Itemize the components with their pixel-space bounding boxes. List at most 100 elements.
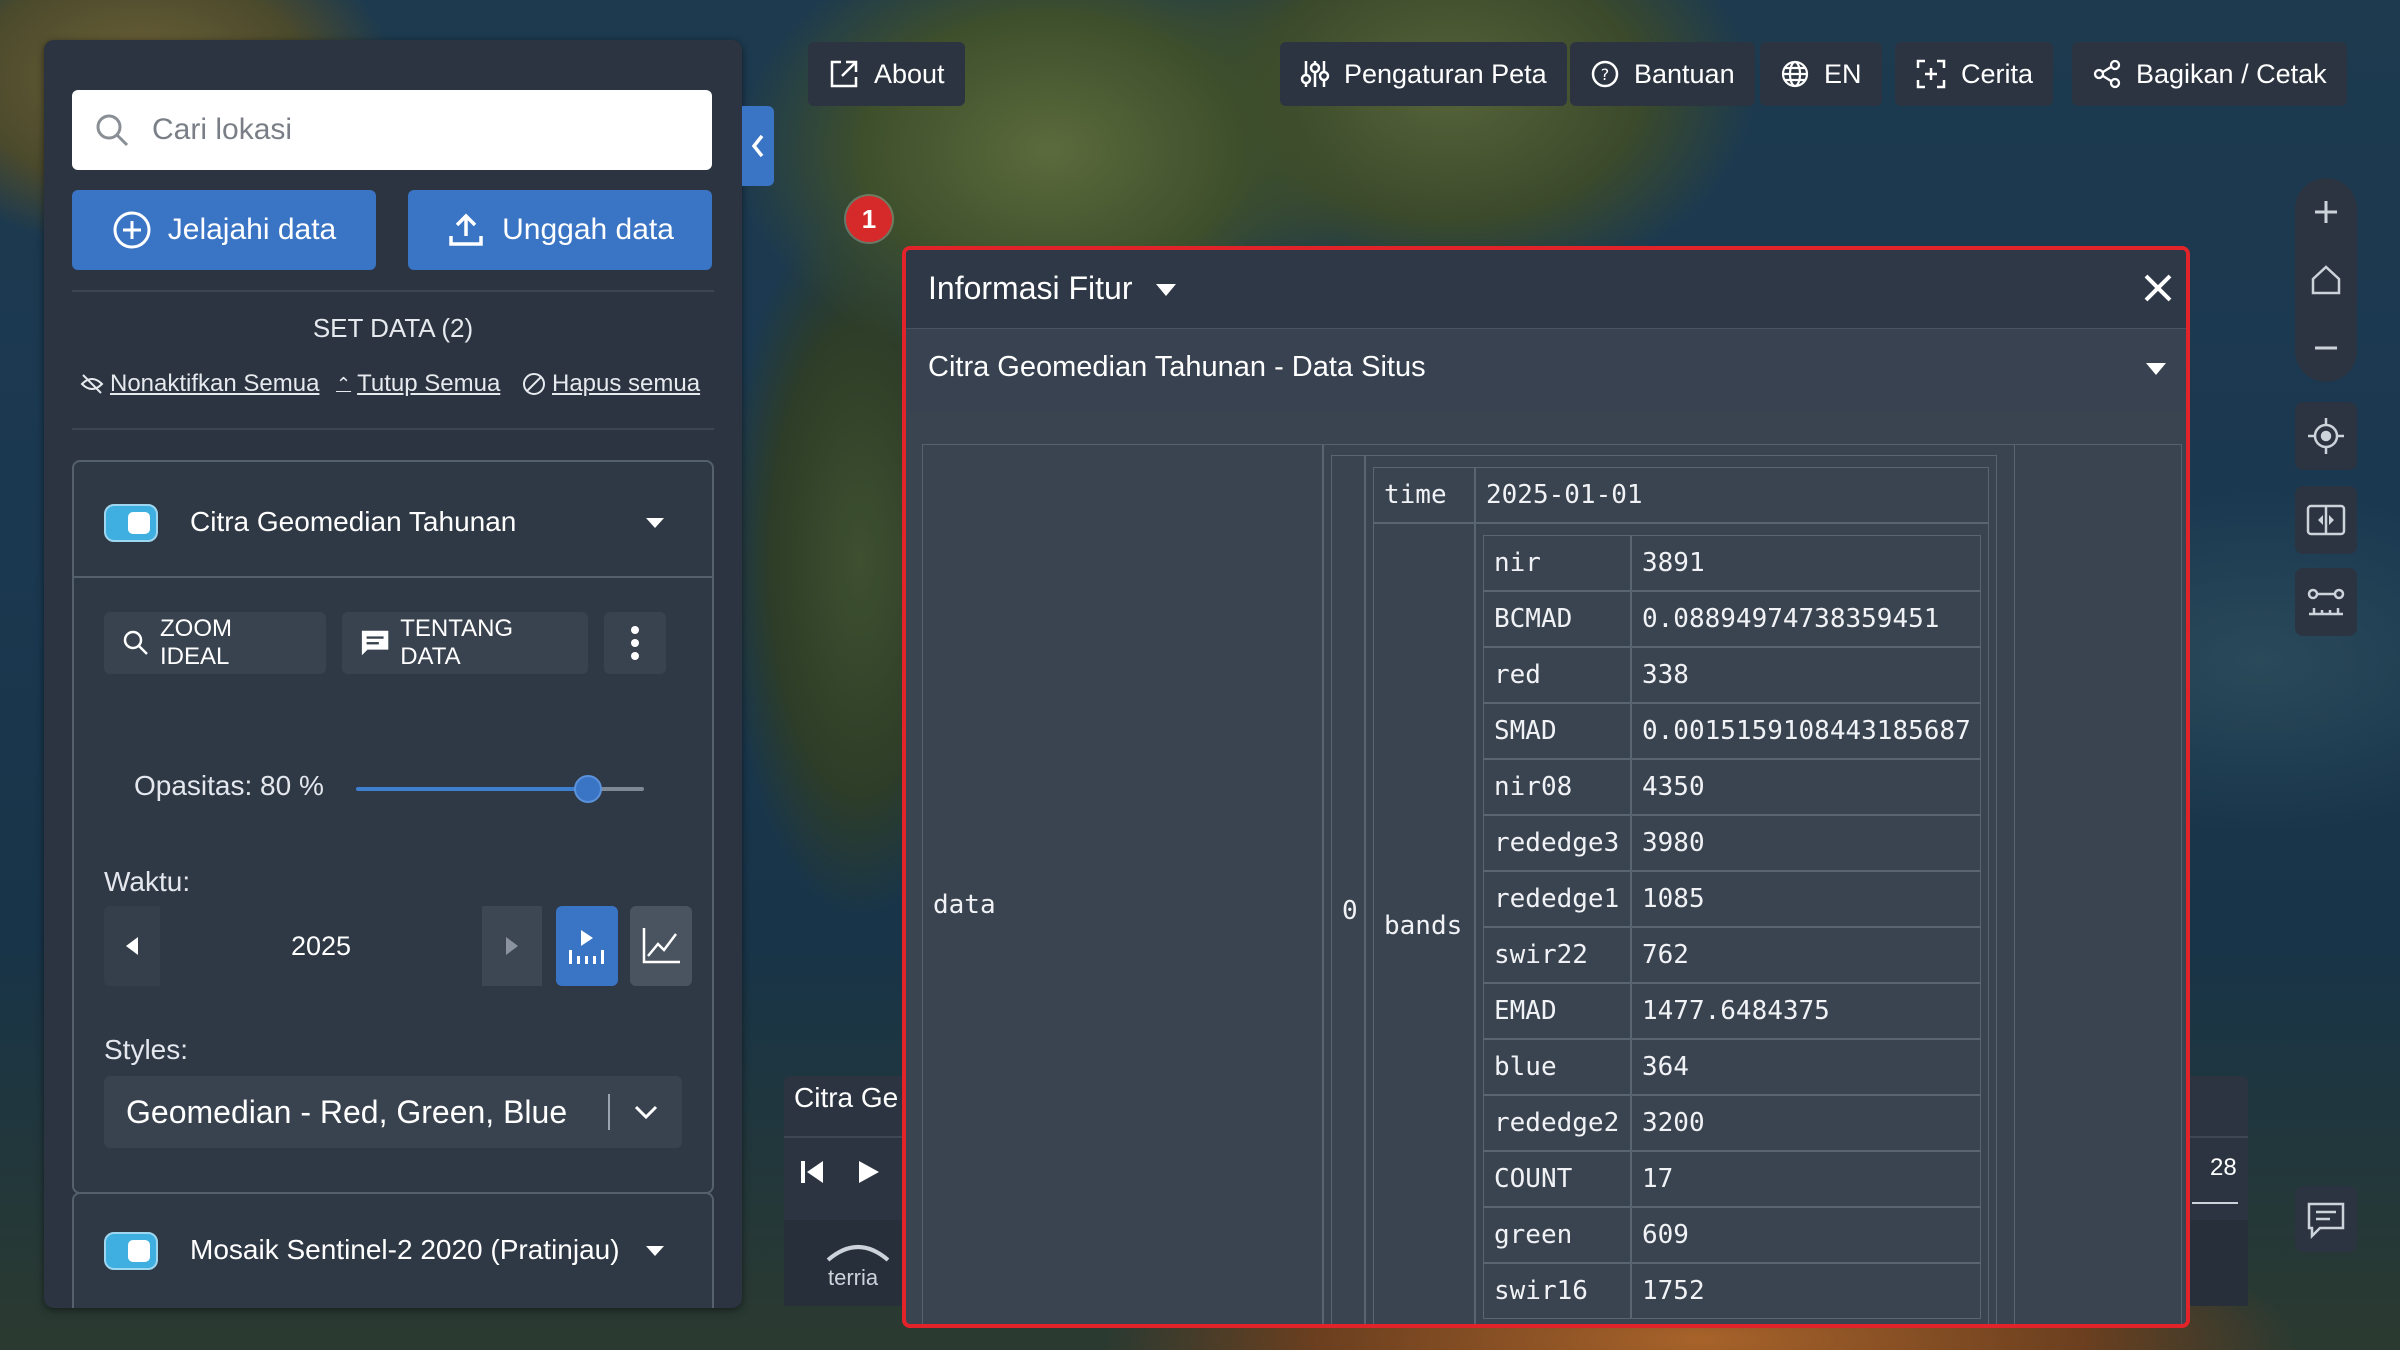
about-label: About [874, 58, 945, 89]
band-value-cell: 3891 [1631, 535, 1981, 591]
data-key-cell: data [923, 445, 1323, 1324]
time-key-cell: time [1373, 467, 1475, 523]
band-key-cell: rededge1 [1483, 871, 1631, 927]
story-button[interactable]: Cerita [1895, 42, 2054, 106]
chevron-down-icon[interactable] [646, 1246, 664, 1256]
help-button[interactable]: ? Bantuan [1570, 42, 1755, 106]
help-icon: ? [1591, 60, 1619, 88]
search-location-box[interactable]: Cari lokasi [72, 90, 712, 170]
logo-text: terria [828, 1265, 879, 1290]
next-time-button[interactable] [482, 906, 542, 986]
play-icon[interactable] [854, 1158, 882, 1186]
terria-logo[interactable]: terria [826, 1240, 890, 1291]
add-circle-icon [113, 211, 151, 249]
previous-time-button[interactable] [104, 906, 160, 986]
layer-visibility-toggle[interactable] [104, 1232, 158, 1270]
share-icon [2093, 59, 2121, 89]
feature-section-header[interactable]: Citra Geomedian Tahunan - Data Situs [906, 328, 2186, 411]
style-select[interactable]: Geomedian - Red, Green, Blue [104, 1076, 682, 1148]
zoom-out-button[interactable] [2295, 314, 2357, 382]
chart-button[interactable] [630, 906, 692, 986]
upload-data-label: Unggah data [502, 213, 674, 246]
band-key: rededge1 [1494, 884, 1620, 914]
band-value: 3980 [1642, 828, 1705, 858]
band-key: EMAD [1494, 996, 1557, 1026]
band-value: 1477.6484375 [1642, 996, 1830, 1026]
map-marker-badge[interactable]: 1 [846, 196, 892, 242]
map-settings-button[interactable]: Pengaturan Peta [1280, 42, 1567, 106]
time-selector[interactable]: 2025 [104, 906, 542, 986]
band-value: 0.0015159108443185687 [1642, 716, 1971, 746]
band-key-cell: EMAD [1483, 983, 1631, 1039]
terria-wave-icon [826, 1245, 890, 1262]
band-value-cell: 4350 [1631, 759, 1981, 815]
skip-back-icon[interactable] [798, 1158, 826, 1186]
close-icon[interactable] [2142, 272, 2174, 304]
ban-icon [523, 373, 545, 395]
feedback-button[interactable] [2295, 1186, 2357, 1252]
story-capture-icon [1916, 59, 1946, 89]
bands-key: bands [1384, 911, 1463, 941]
remove-all-link[interactable]: Hapus semua [522, 370, 700, 398]
language-button[interactable]: EN [1760, 42, 1882, 106]
band-key-cell: blue [1483, 1039, 1631, 1095]
band-key-cell: SMAD [1483, 703, 1631, 759]
timeline-title: Citra Ge [794, 1082, 899, 1113]
band-value-cell: 3980 [1631, 815, 1981, 871]
chevron-down-icon[interactable] [1156, 284, 1176, 296]
share-print-label: Bagikan / Cetak [2136, 58, 2327, 89]
band-value: 1752 [1642, 1276, 1705, 1306]
style-value: Geomedian - Red, Green, Blue [126, 1093, 568, 1130]
more-options-button[interactable] [604, 612, 666, 674]
time-value[interactable]: 2025 [160, 906, 482, 986]
zoom-controls [2295, 178, 2357, 382]
zoom-in-button[interactable] [2295, 178, 2357, 246]
upload-icon [449, 213, 483, 246]
search-input[interactable]: Cari lokasi [152, 113, 292, 147]
split-compare-button[interactable] [2295, 486, 2357, 554]
layer-visibility-toggle[interactable] [104, 504, 158, 542]
band-key: SMAD [1494, 716, 1557, 746]
feature-data-table: data 0 time 2025-01-01 bands nir 3891 BCMA… [922, 444, 2182, 1324]
band-value-cell: 762 [1631, 927, 1981, 983]
band-key: swir16 [1494, 1276, 1588, 1306]
collapse-panel-button[interactable] [742, 106, 774, 186]
band-key: rededge2 [1494, 1108, 1620, 1138]
home-view-button[interactable] [2295, 246, 2357, 314]
share-print-button[interactable]: Bagikan / Cetak [2072, 42, 2347, 106]
measure-tool-button[interactable] [2295, 568, 2357, 636]
opacity-slider-fill[interactable] [356, 787, 586, 791]
band-key-cell: red [1483, 647, 1631, 703]
line-chart-icon [642, 928, 680, 964]
about-button[interactable]: About [808, 42, 965, 106]
zoom-ideal-button[interactable]: ZOOM IDEAL [104, 612, 326, 674]
band-key-cell: rededge3 [1483, 815, 1631, 871]
explore-data-button[interactable]: Jelajahi data [72, 190, 376, 270]
upload-data-button[interactable]: Unggah data [408, 190, 712, 270]
band-key-cell: nir08 [1483, 759, 1631, 815]
band-key-cell: nir [1483, 535, 1631, 591]
zoom-ideal-label: ZOOM IDEAL [160, 615, 232, 670]
ruler-icon [2307, 588, 2345, 616]
band-key-cell: swir22 [1483, 927, 1631, 983]
bands-key-cell: bands [1373, 523, 1475, 1324]
chevron-down-icon[interactable] [646, 518, 664, 528]
disable-all-link[interactable]: Nonaktifkan Semua [80, 370, 319, 398]
band-key: rededge3 [1494, 828, 1620, 858]
layer-card-geomedian: Citra Geomedian Tahunan ZOOM IDEAL TENTA… [72, 460, 714, 1194]
collapse-all-link[interactable]: ⌃ Tutup Semua [336, 370, 500, 398]
band-key: swir22 [1494, 940, 1588, 970]
compare-icon [2306, 504, 2346, 536]
about-data-button[interactable]: TENTANG DATA [342, 612, 588, 674]
band-value: 4350 [1642, 772, 1705, 802]
time-filter-button[interactable] [556, 906, 618, 986]
band-value-cell: 364 [1631, 1039, 1981, 1095]
my-location-button[interactable] [2295, 402, 2357, 470]
band-value: 338 [1642, 660, 1689, 690]
eye-off-icon [80, 374, 104, 394]
feature-info-title[interactable]: Informasi Fitur [928, 270, 1132, 307]
band-key: COUNT [1494, 1164, 1573, 1194]
opacity-slider-thumb[interactable] [574, 775, 602, 803]
chevron-down-icon [2146, 363, 2166, 375]
search-icon [123, 630, 148, 655]
